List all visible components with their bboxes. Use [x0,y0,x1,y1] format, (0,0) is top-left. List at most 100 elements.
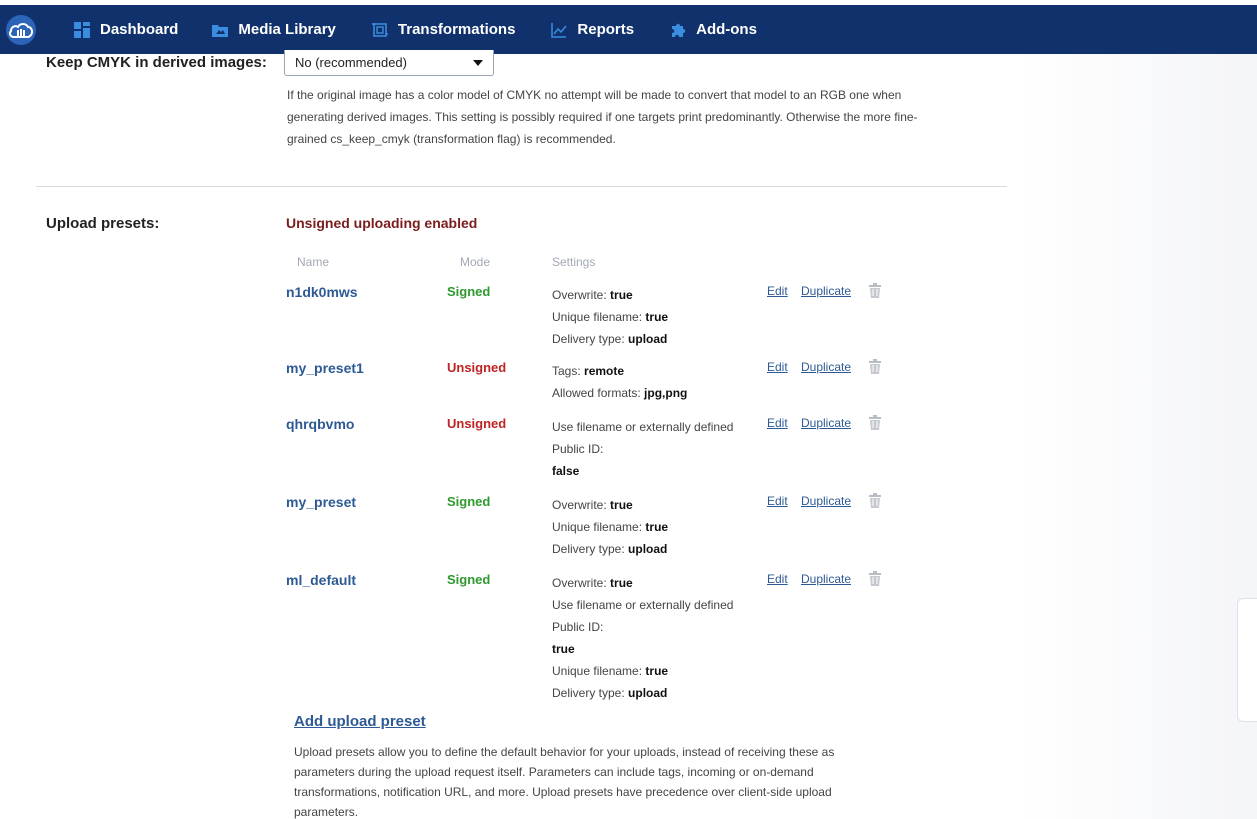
setting-value: true [610,288,633,302]
preset-setting-line: Delivery type: upload [552,538,752,560]
cmyk-select[interactable]: No (recommended) [284,50,494,76]
add-upload-preset-link[interactable]: Add upload preset [294,713,426,730]
setting-key: Use filename or externally defined Publi… [552,598,734,634]
nav-reports[interactable]: Reports [551,21,634,38]
trash-icon[interactable] [869,571,881,586]
preset-name-link[interactable]: my_preset [286,494,356,510]
trash-icon[interactable] [869,283,881,298]
nav-reports-label: Reports [577,21,635,38]
preset-settings: Use filename or externally defined Publi… [552,416,752,482]
setting-key: Overwrite: [552,288,607,302]
setting-value: upload [628,686,668,700]
cloud-logo[interactable] [6,14,36,45]
setting-key: Use filename or externally defined Publi… [552,420,734,456]
setting-key: Allowed formats: [552,386,641,400]
chart-line-icon [551,22,567,38]
nav-add-ons-label: Add-ons [696,21,757,38]
top-navigation: Dashboard Media Library Transformations … [0,5,1257,54]
column-header-settings: Settings [552,255,596,269]
preset-setting-line: Allowed formats: jpg,png [552,382,752,404]
upload-presets-label: Upload presets: [46,215,160,232]
setting-value: remote [584,364,625,378]
preset-name-link[interactable]: n1dk0mws [286,284,358,300]
preset-setting-line: Use filename or externally defined Publi… [552,594,752,660]
setting-key: Delivery type: [552,686,625,700]
setting-key: Delivery type: [552,332,625,346]
column-header-mode: Mode [460,255,491,269]
preset-setting-line: Delivery type: upload [552,328,752,350]
trash-icon[interactable] [869,415,881,430]
transform-crop-icon [371,22,388,38]
duplicate-preset-link[interactable]: Duplicate [801,572,851,586]
duplicate-preset-link[interactable]: Duplicate [801,284,851,298]
preset-setting-line: Use filename or externally defined Publi… [552,416,752,482]
cmyk-description: If the original image has a color model … [287,88,918,146]
nav-dashboard-label: Dashboard [100,21,179,38]
edit-preset-link[interactable]: Edit [767,416,788,430]
preset-setting-line: Overwrite: true [552,494,752,516]
setting-value: true [645,664,669,678]
edit-preset-link[interactable]: Edit [767,284,788,298]
unsigned-uploading-status[interactable]: Unsigned uploading enabled [286,215,477,231]
setting-value: true [610,498,633,512]
setting-key: Delivery type: [552,542,625,556]
setting-key: Overwrite: [552,576,607,590]
duplicate-preset-link[interactable]: Duplicate [801,494,851,508]
right-background-fade [1017,54,1257,819]
cmyk-setting-label: Keep CMYK in derived images: [46,54,267,71]
preset-mode: Unsigned [447,360,507,375]
preset-name-link[interactable]: ml_default [286,572,356,588]
preset-settings: Overwrite: true Unique filename: true Deli… [552,284,752,350]
dashboard-grid-icon [74,21,90,38]
preset-setting-line: Overwrite: true [552,284,752,306]
duplicate-preset-link[interactable]: Duplicate [801,416,851,430]
nav-transformations[interactable]: Transformations [371,21,516,38]
edit-preset-link[interactable]: Edit [767,360,788,374]
preset-mode: Signed [447,572,491,587]
preset-name-link[interactable]: qhrqbvmo [286,416,354,432]
preset-mode: Unsigned [447,416,507,431]
trash-icon[interactable] [869,493,881,508]
setting-value: true [645,520,669,534]
setting-key: Unique filename: [552,520,643,534]
preset-settings: Overwrite: true Unique filename: true Deli… [552,494,752,560]
setting-value: true [645,310,669,324]
setting-key: Tags: [552,364,581,378]
preset-name-link[interactable]: my_preset1 [286,360,364,376]
preset-setting-line: Unique filename: true [552,660,752,682]
preset-settings: Overwrite: true Use filename or externall… [552,572,752,704]
nav-dashboard[interactable]: Dashboard [74,21,178,38]
side-panel-tab[interactable] [1237,598,1257,722]
edit-preset-link[interactable]: Edit [767,572,788,586]
chevron-down-icon [473,59,483,66]
puzzle-piece-icon [670,22,686,38]
cloud-logo-icon [9,22,33,38]
preset-setting-line: Unique filename: true [552,306,752,328]
upload-presets-description: Upload presets allow you to define the d… [294,745,835,819]
section-divider [36,186,1007,187]
nav-add-ons[interactable]: Add-ons [670,21,757,38]
nav-media-library-label: Media Library [238,21,336,38]
nav-media-library[interactable]: Media Library [212,21,336,38]
cmyk-select-value: No (recommended) [295,55,407,70]
setting-key: Overwrite: [552,498,607,512]
preset-mode: Signed [447,284,491,299]
setting-key: Unique filename: [552,310,643,324]
preset-setting-line: Overwrite: true [552,572,752,594]
preset-setting-line: Unique filename: true [552,516,752,538]
media-folder-icon [212,22,229,38]
setting-key: Unique filename: [552,664,643,678]
duplicate-preset-link[interactable]: Duplicate [801,360,851,374]
edit-preset-link[interactable]: Edit [767,494,788,508]
nav-transformations-label: Transformations [397,21,516,38]
preset-setting-line: Delivery type: upload [552,682,752,704]
setting-value: upload [628,542,668,556]
preset-setting-line: Tags: remote [552,360,752,382]
trash-icon[interactable] [869,359,881,374]
setting-value: false [552,464,580,478]
setting-value: true [610,576,633,590]
preset-mode: Signed [447,494,491,509]
setting-value: upload [628,332,668,346]
preset-settings: Tags: remote Allowed formats: jpg,png [552,360,752,404]
setting-value: true [552,642,575,656]
